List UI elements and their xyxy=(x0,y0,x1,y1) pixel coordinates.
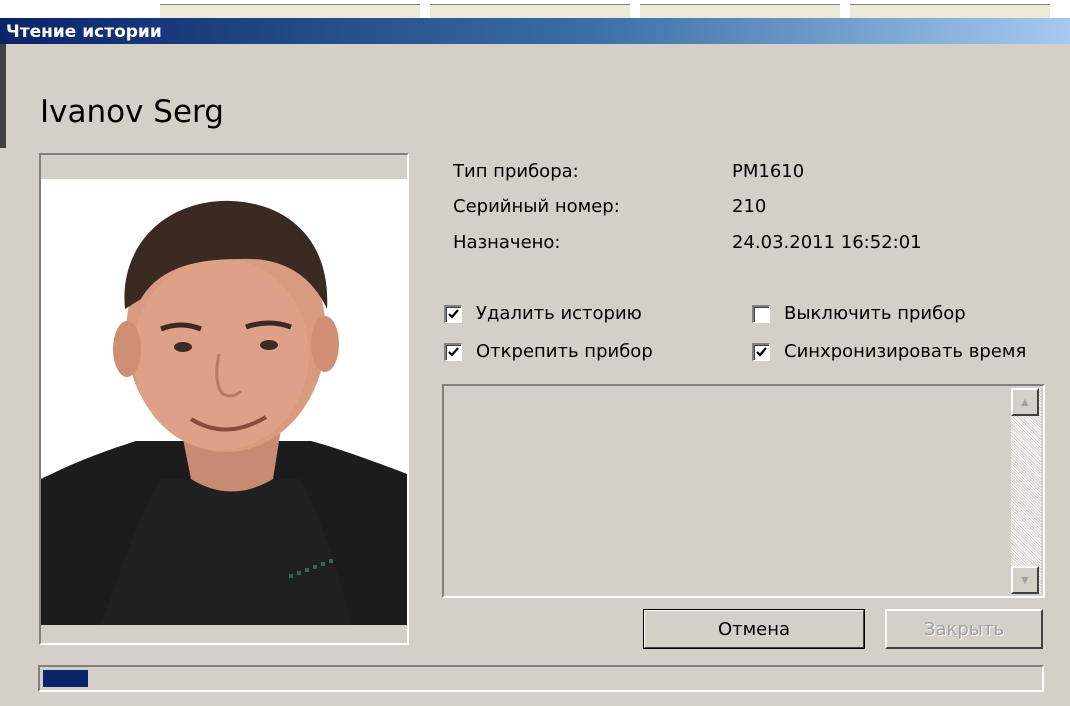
checkbox-box xyxy=(752,304,770,323)
scroll-up-button[interactable]: ▲ xyxy=(1011,388,1039,416)
cancel-button[interactable]: Отмена xyxy=(643,609,865,649)
delete-history-checkbox[interactable]: Удалить историю xyxy=(444,303,642,324)
serial-number-label: Серийный номер: xyxy=(453,196,620,217)
checkbox-box xyxy=(752,342,770,361)
user-photo-frame xyxy=(39,153,409,645)
scroll-down-button[interactable]: ▼ xyxy=(1011,566,1039,594)
turn-off-device-checkbox[interactable]: Выключить прибор xyxy=(752,303,966,324)
turn-off-device-label: Выключить прибор xyxy=(784,303,966,324)
window-title: Чтение истории xyxy=(6,22,162,42)
checkmark-icon xyxy=(756,346,767,357)
log-textarea[interactable]: ▲ ▼ xyxy=(442,384,1045,598)
checkmark-icon xyxy=(448,346,459,357)
checkbox-box xyxy=(444,342,462,361)
log-scrollbar[interactable]: ▲ ▼ xyxy=(1011,388,1041,594)
device-type-label: Тип прибора: xyxy=(453,161,579,182)
checkmark-icon xyxy=(448,308,459,319)
history-read-dialog: Ivanov Serg Тип прибора: PM1610 Серийный… xyxy=(6,44,1070,706)
close-button[interactable]: Закрыть xyxy=(885,609,1043,649)
progress-bar xyxy=(38,665,1044,692)
serial-number-value: 210 xyxy=(732,196,767,217)
background-window-strip xyxy=(0,0,1070,19)
progress-fill xyxy=(43,670,88,687)
checkbox-box xyxy=(444,304,462,323)
delete-history-label: Удалить историю xyxy=(476,303,642,324)
screen: Чтение истории Ivanov Serg Тип прибора: … xyxy=(0,0,1070,706)
assigned-value: 24.03.2011 16:52:01 xyxy=(732,232,922,253)
sync-time-checkbox[interactable]: Синхронизировать время xyxy=(752,341,1026,362)
user-photo xyxy=(41,179,407,625)
detach-device-label: Открепить прибор xyxy=(476,341,653,362)
title-bar[interactable]: Чтение истории xyxy=(0,18,1070,44)
arrow-down-icon: ▼ xyxy=(1019,573,1031,587)
sync-time-label: Синхронизировать время xyxy=(784,341,1027,362)
assigned-label: Назначено: xyxy=(453,232,561,253)
arrow-up-icon: ▲ xyxy=(1019,395,1031,409)
detach-device-checkbox[interactable]: Открепить прибор xyxy=(444,341,653,362)
user-name: Ivanov Serg xyxy=(40,94,224,130)
device-type-value: PM1610 xyxy=(732,161,805,182)
